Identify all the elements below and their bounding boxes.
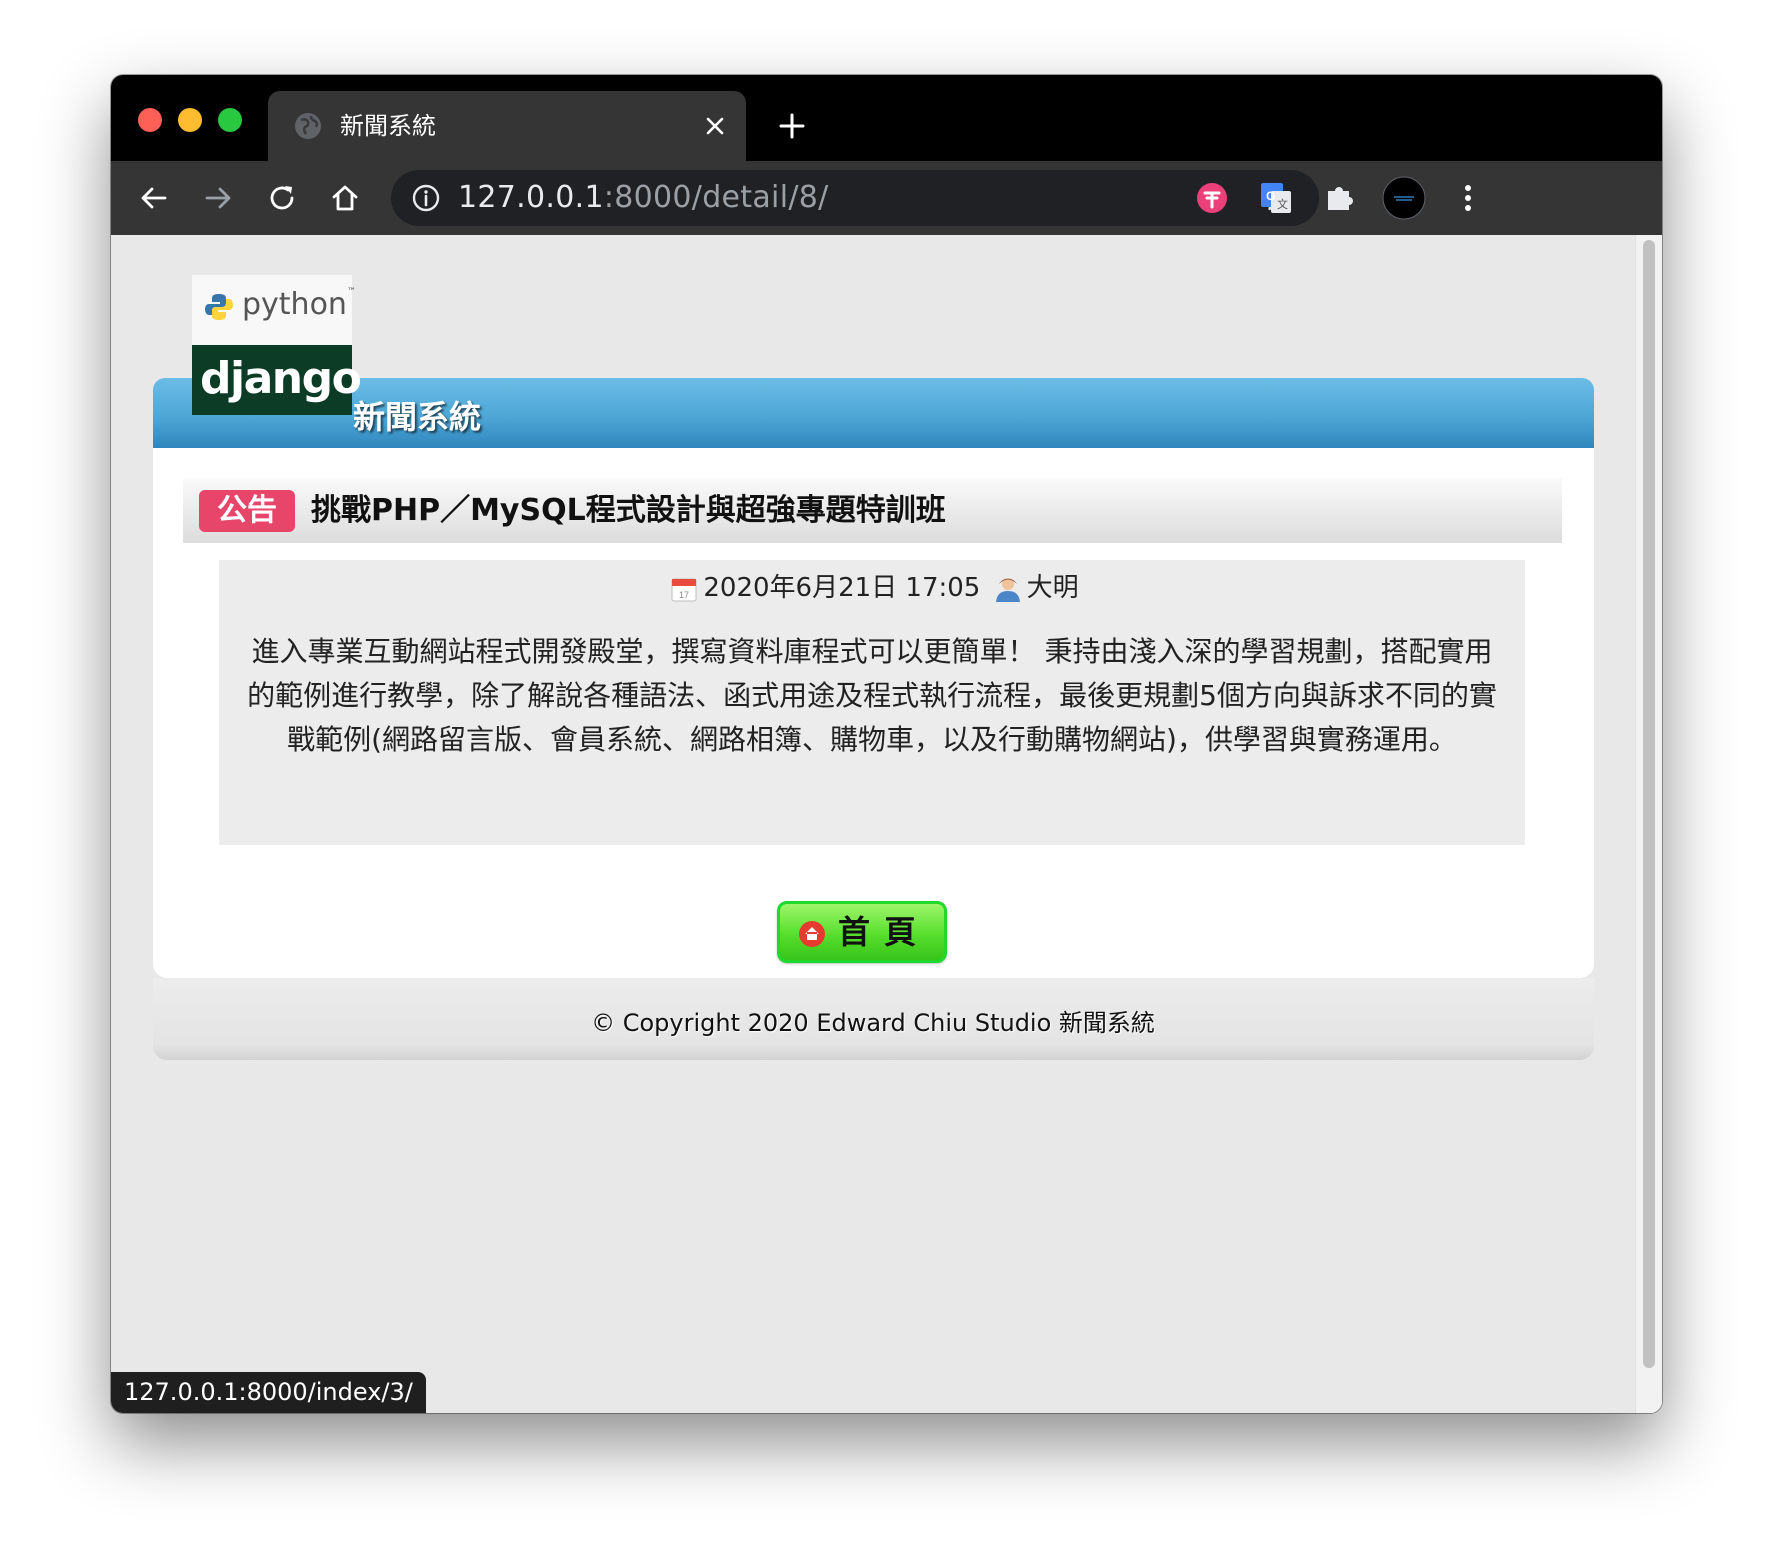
article-title-bar: 公告 挑戰PHP／MySQL程式設計與超強專題特訓班 [183, 478, 1562, 543]
home-button[interactable]: 首頁 [777, 901, 947, 963]
content-card: 公告 挑戰PHP／MySQL程式設計與超強專題特訓班 17 2020年6月21日… [153, 448, 1594, 978]
forward-arrow-icon[interactable] [202, 182, 234, 214]
article-body: 進入專業互動網站程式開發殿堂，撰寫資料庫程式可以更簡單！ 秉持由淺入深的學習規劃… [247, 635, 1497, 756]
article-title: 挑戰PHP／MySQL程式設計與超強專題特訓班 [311, 493, 946, 528]
article-author: 大明 [1026, 573, 1079, 603]
svg-text:G: G [1266, 189, 1275, 203]
close-tab-icon[interactable] [700, 111, 730, 141]
django-text: django [200, 353, 362, 404]
profile-avatar-icon[interactable] [1382, 176, 1426, 220]
django-logo: django [192, 345, 362, 415]
title-bar: 新聞系統 [111, 75, 1662, 161]
python-word: python [242, 287, 347, 322]
article-date: 2020年6月21日 17:05 [703, 573, 981, 603]
google-translate-icon[interactable]: G 文 [1254, 176, 1298, 220]
site-title: 新聞系統 [353, 398, 482, 436]
browser-window: 新聞系統 127.0.0.1:8000/detail/8/ G 文 python… [111, 75, 1662, 1413]
python-logo: python™ [192, 275, 356, 345]
browser-tab[interactable]: 新聞系統 [268, 91, 746, 161]
user-icon [995, 577, 1020, 602]
article-body-box: 17 2020年6月21日 17:05 大明 進入專業互動網站程式開發殿堂，撰寫… [219, 560, 1525, 845]
url-path: :8000/detail/8/ [603, 180, 829, 215]
browser-toolbar: 127.0.0.1:8000/detail/8/ G 文 [111, 161, 1662, 235]
zoom-window-button[interactable] [218, 108, 242, 132]
article-meta: 17 2020年6月21日 17:05 大明 [219, 570, 1525, 606]
home-icon [799, 921, 825, 947]
more-menu-icon[interactable] [1446, 176, 1490, 220]
home-button-label: 首頁 [838, 913, 931, 951]
new-tab-icon[interactable] [777, 111, 807, 141]
python-text: python™ [242, 287, 356, 322]
calendar-icon: 17 [671, 578, 697, 601]
minimize-window-button[interactable] [178, 108, 202, 132]
python-icon [205, 294, 233, 320]
page-viewport: python™ django 新聞系統 公告 挑戰PHP／MySQL程式設計與超… [111, 235, 1662, 1413]
scrollbar[interactable] [1635, 235, 1662, 1413]
home-icon[interactable] [329, 182, 361, 214]
notice-badge: 公告 [199, 490, 295, 532]
python-tm: ™ [346, 287, 356, 297]
extension-pink-icon[interactable] [1190, 176, 1234, 220]
reload-icon[interactable] [266, 182, 298, 214]
url-host: 127.0.0.1 [458, 180, 604, 215]
globe-icon [295, 113, 321, 139]
tab-title: 新聞系統 [340, 112, 436, 140]
site-header: 新聞系統 [153, 378, 1594, 448]
back-arrow-icon[interactable] [138, 182, 170, 214]
page-footer: © Copyright 2020 Edward Chiu Studio 新聞系統 [153, 978, 1594, 1060]
status-bar-url: 127.0.0.1:8000/index/3/ [111, 1372, 426, 1413]
copyright-text: © Copyright 2020 Edward Chiu Studio 新聞系統 [591, 1009, 1155, 1037]
close-window-button[interactable] [138, 108, 162, 132]
scrollbar-thumb[interactable] [1643, 240, 1655, 1368]
url-text[interactable]: 127.0.0.1:8000/detail/8/ [458, 180, 829, 216]
extensions-puzzle-icon[interactable] [1318, 176, 1362, 220]
address-bar[interactable]: 127.0.0.1:8000/detail/8/ [391, 170, 1319, 226]
site-logo[interactable]: python™ django [192, 275, 362, 415]
svg-text:文: 文 [1277, 197, 1288, 211]
svg-text:17: 17 [679, 590, 689, 600]
info-icon[interactable] [411, 183, 441, 213]
